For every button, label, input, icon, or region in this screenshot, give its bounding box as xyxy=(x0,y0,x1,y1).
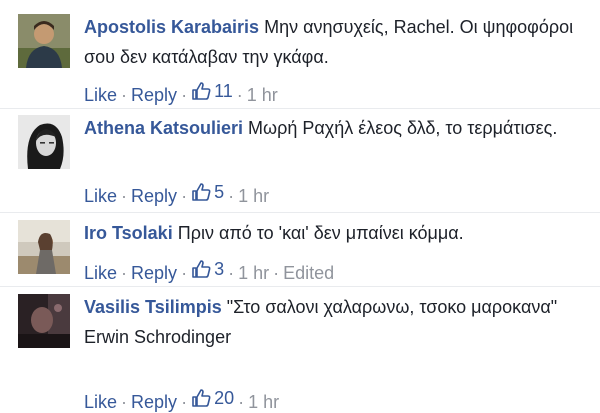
comment-actions: Like · Reply · 5 · 1 hr xyxy=(84,181,269,207)
like-button[interactable]: Like xyxy=(84,186,117,206)
comment-author[interactable]: Athena Katsoulieri xyxy=(84,118,243,138)
separator-dot: · xyxy=(181,263,188,283)
like-count[interactable]: 20 xyxy=(191,387,234,409)
reply-button[interactable]: Reply xyxy=(131,263,177,283)
separator-dot: · xyxy=(121,263,128,283)
comment-actions: Like · Reply · 11 · 1 hr xyxy=(84,80,278,106)
separator-dot: · xyxy=(273,263,280,283)
thumbs-up-icon xyxy=(192,183,211,201)
comment-body: Athena Katsoulieri Μωρή Ραχήλ έλεος δλδ,… xyxy=(84,113,584,143)
divider xyxy=(0,108,600,109)
like-count-value: 3 xyxy=(214,259,225,279)
like-count[interactable]: 11 xyxy=(191,80,233,102)
separator-dot: · xyxy=(121,85,128,105)
comment-text: "Στο σαλονι χαλαρωνω, τσοκο μαροκανα" xyxy=(226,297,558,317)
divider xyxy=(0,286,600,287)
like-button[interactable]: Like xyxy=(84,85,117,105)
avatar[interactable] xyxy=(18,220,70,274)
comment-author[interactable]: Apostolis Karabairis xyxy=(84,17,259,37)
edited-label[interactable]: Edited xyxy=(283,263,334,283)
reply-button[interactable]: Reply xyxy=(131,85,177,105)
thumbs-up-icon xyxy=(192,260,211,278)
like-button[interactable]: Like xyxy=(84,392,117,412)
comment-actions: Like · Reply · 20 · 1 hr xyxy=(84,387,279,413)
separator-dot: · xyxy=(121,186,128,206)
separator-dot: · xyxy=(228,263,235,283)
separator-dot: · xyxy=(236,85,243,105)
separator-dot: · xyxy=(228,186,235,206)
comment-extra-line: Erwin Schrodinger xyxy=(84,327,232,347)
like-count-value: 20 xyxy=(214,388,235,408)
separator-dot: · xyxy=(181,85,188,105)
reply-button[interactable]: Reply xyxy=(131,392,177,412)
like-count-value: 5 xyxy=(214,182,225,202)
like-button[interactable]: Like xyxy=(84,263,117,283)
separator-dot: · xyxy=(121,392,128,412)
comment-text: Μωρή Ραχήλ έλεος δλδ, το τερμάτισες. xyxy=(248,118,558,138)
comment-list: Apostolis Karabairis Μην ανησυχείς, Rach… xyxy=(0,0,600,412)
comment-body: Iro Tsolaki Πριν από το 'και' δεν μπαίνε… xyxy=(84,218,584,248)
thumbs-up-icon xyxy=(192,389,211,407)
timestamp[interactable]: 1 hr xyxy=(238,186,269,206)
reply-button[interactable]: Reply xyxy=(131,186,177,206)
comment-author[interactable]: Vasilis Tsilimpis xyxy=(84,297,222,317)
like-count[interactable]: 5 xyxy=(191,181,224,203)
comment-author[interactable]: Iro Tsolaki xyxy=(84,223,173,243)
divider xyxy=(0,212,600,213)
separator-dot: · xyxy=(181,186,188,206)
comment-body: Vasilis Tsilimpis "Στο σαλονι χαλαρωνω, … xyxy=(84,292,584,352)
avatar[interactable] xyxy=(18,14,70,68)
comment-actions: Like · Reply · 3 · 1 hr · Edited xyxy=(84,258,334,284)
like-count[interactable]: 3 xyxy=(191,258,224,280)
timestamp[interactable]: 1 hr xyxy=(248,392,279,412)
avatar[interactable] xyxy=(18,115,70,169)
separator-dot: · xyxy=(181,392,188,412)
timestamp[interactable]: 1 hr xyxy=(247,85,278,105)
timestamp[interactable]: 1 hr xyxy=(238,263,269,283)
thumbs-up-icon xyxy=(192,82,211,100)
comment-body: Apostolis Karabairis Μην ανησυχείς, Rach… xyxy=(84,12,584,72)
comment-text: Πριν από το 'και' δεν μπαίνει κόμμα. xyxy=(177,223,464,243)
like-count-value: 11 xyxy=(214,81,233,101)
separator-dot: · xyxy=(238,392,245,412)
avatar[interactable] xyxy=(18,294,70,348)
